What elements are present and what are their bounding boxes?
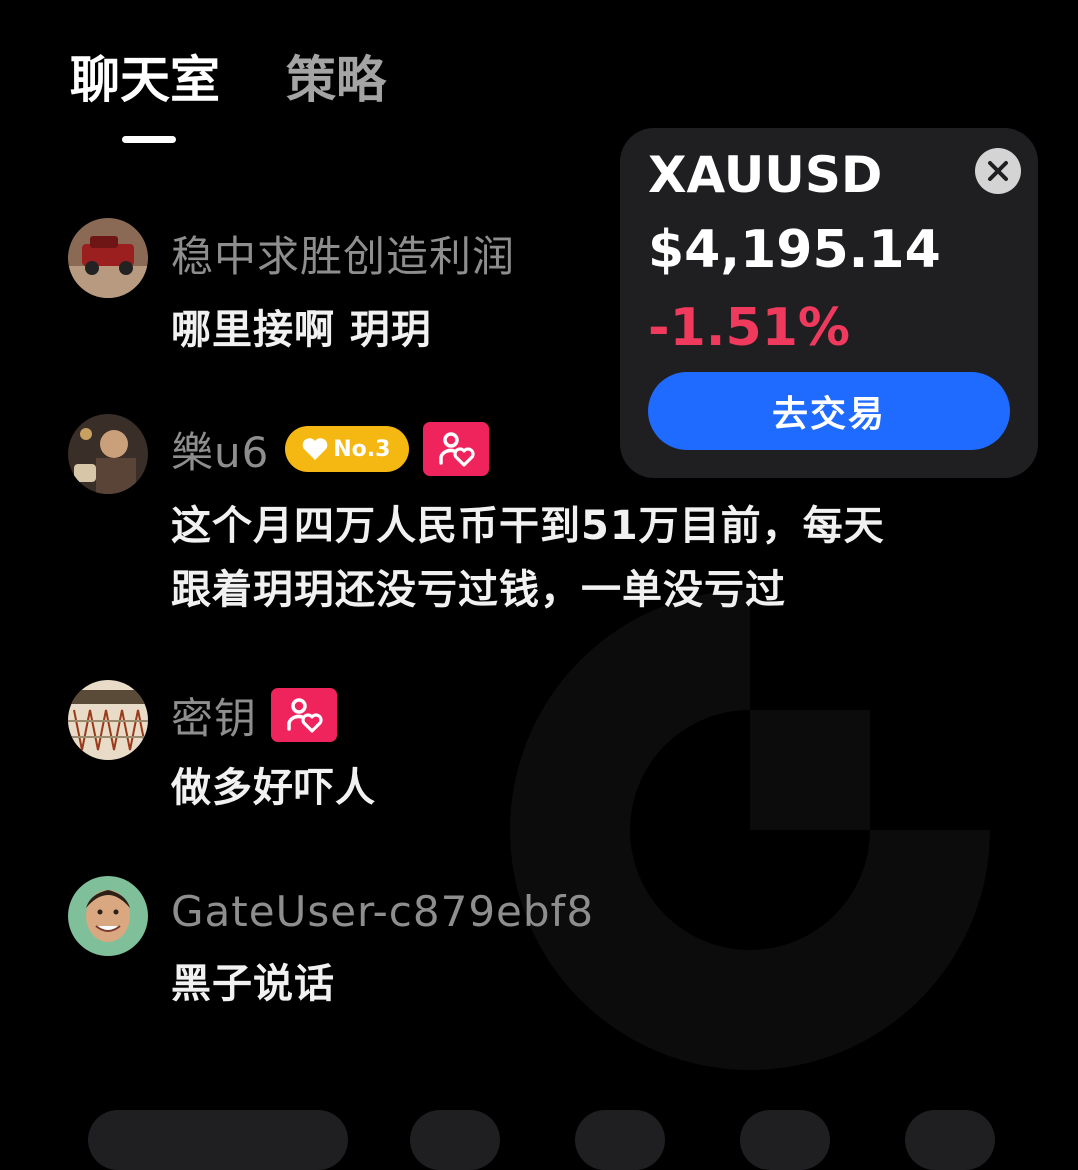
- bottom-action-button[interactable]: [410, 1110, 500, 1170]
- username[interactable]: 密钥: [171, 685, 257, 746]
- message-text: 这个月四万人民币干到51万目前，每天 跟着玥玥还没亏过钱，一单没亏过: [171, 494, 885, 622]
- price-change: -1.51%: [648, 298, 850, 358]
- message-text: 做多好吓人: [171, 765, 376, 811]
- bottom-action-button[interactable]: [740, 1110, 830, 1170]
- username[interactable]: 稳中求胜创造利润: [171, 223, 515, 284]
- username[interactable]: GateUser-c879ebf8: [171, 887, 594, 936]
- follow-badge: [271, 688, 338, 742]
- active-tab-indicator: [122, 136, 176, 143]
- bottom-action-button[interactable]: [905, 1110, 995, 1170]
- close-icon: [988, 161, 1008, 181]
- heart-hands-icon: [302, 438, 328, 460]
- message-text: 哪里接啊 玥玥: [171, 307, 432, 353]
- background-watermark: [510, 590, 990, 1070]
- rank-badge: No.3: [285, 426, 410, 472]
- message-line: 跟着玥玥还没亏过钱，一单没亏过: [171, 567, 786, 613]
- username[interactable]: 樂u6: [171, 419, 269, 480]
- tab-strategy[interactable]: 策略: [286, 40, 386, 112]
- message-header: 樂u6 No.3: [171, 419, 490, 480]
- avatar[interactable]: [68, 680, 148, 760]
- bottom-input-bar[interactable]: [88, 1110, 348, 1170]
- user-heart-icon: [439, 432, 475, 467]
- user-heart-icon: [287, 698, 323, 733]
- close-button[interactable]: [975, 148, 1021, 194]
- tab-chat-room[interactable]: 聊天室: [70, 40, 220, 112]
- bottom-action-button[interactable]: [575, 1110, 665, 1170]
- avatar[interactable]: [68, 218, 148, 298]
- message-text: 黑子说话: [171, 961, 335, 1007]
- trade-button[interactable]: 去交易: [648, 372, 1010, 450]
- message-header: GateUser-c879ebf8: [171, 882, 594, 940]
- symbol-label: XAUUSD: [648, 146, 883, 204]
- message-line: 这个月四万人民币干到51万目前，每天: [171, 503, 885, 549]
- avatar[interactable]: [68, 414, 148, 494]
- follow-badge: [423, 422, 490, 476]
- rank-label: No.3: [333, 436, 391, 462]
- price-card[interactable]: XAUUSD $4,195.14 -1.51% 去交易: [620, 128, 1038, 478]
- message-header: 密钥: [171, 685, 338, 746]
- avatar[interactable]: [68, 876, 148, 956]
- price-value: $4,195.14: [648, 220, 941, 280]
- message-header: 稳中求胜创造利润: [171, 224, 515, 282]
